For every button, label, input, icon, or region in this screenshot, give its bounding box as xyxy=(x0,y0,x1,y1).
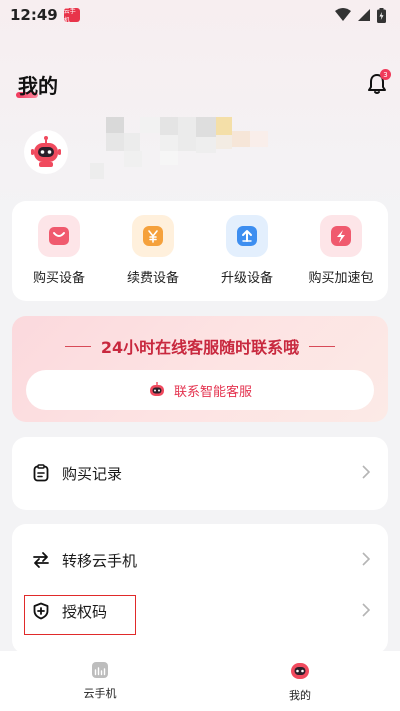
notification-badge: 3 xyxy=(380,69,391,80)
chevron-right-icon xyxy=(362,464,371,483)
nav-mine[interactable]: 我的 xyxy=(200,651,400,711)
divider-right xyxy=(309,345,336,347)
bottom-nav: 云手机 我的 xyxy=(0,651,400,711)
robot-icon xyxy=(149,382,164,396)
nav-cloud-phone-label: 云手机 xyxy=(83,687,117,700)
chevron-right-icon xyxy=(362,602,371,621)
renew-device-label: 续费设备 xyxy=(126,271,179,286)
auth-code-highlight xyxy=(24,595,136,635)
buy-device-button[interactable]: 购买设备 xyxy=(12,215,106,301)
purchase-records-row[interactable]: 购买记录 xyxy=(12,453,388,493)
buy-device-label: 购买设备 xyxy=(32,271,85,286)
contact-support-button[interactable]: 联系智能客服 xyxy=(26,370,374,410)
service-title-row: 24小时在线客服随时联系哦 xyxy=(12,334,388,358)
buy-boost-pack-button[interactable]: 购买加速包 xyxy=(294,215,388,301)
username-redacted xyxy=(90,117,268,179)
notification-button[interactable]: 3 xyxy=(365,69,391,96)
upgrade-device-button[interactable]: 升级设备 xyxy=(200,215,294,301)
wifi-icon xyxy=(335,8,351,21)
transfer-phone-label: 转移云手机 xyxy=(62,551,138,570)
robot-avatar-icon xyxy=(31,136,61,167)
transfer-phone-row[interactable]: 转移云手机 xyxy=(12,540,388,580)
purchase-records-label: 购买记录 xyxy=(62,464,123,483)
signal-icon xyxy=(358,9,370,21)
receipt-icon xyxy=(32,464,50,482)
status-time: 12:49 xyxy=(10,6,58,24)
profile-section[interactable] xyxy=(24,117,268,179)
page-title: 我的 xyxy=(18,74,58,98)
shopping-bag-icon xyxy=(38,215,80,257)
settings-menu-card: 转移云手机 授权码 xyxy=(12,524,388,654)
upgrade-icon xyxy=(226,215,268,257)
divider-left xyxy=(64,345,91,347)
lightning-icon xyxy=(320,215,362,257)
transfer-arrows-icon xyxy=(32,551,50,569)
nav-mine-label: 我的 xyxy=(289,689,311,702)
service-title: 24小时在线客服随时联系哦 xyxy=(100,338,300,357)
purchase-records-card: 购买记录 xyxy=(12,437,388,510)
renew-device-button[interactable]: 续费设备 xyxy=(106,215,200,301)
buy-boost-pack-label: 购买加速包 xyxy=(308,271,374,286)
yen-icon xyxy=(132,215,174,257)
app-notification-icon: 云手机 xyxy=(63,8,80,24)
quick-actions-card: 购买设备 续费设备 升级设备 购买加速包 xyxy=(12,201,388,301)
upgrade-device-label: 升级设备 xyxy=(220,271,273,286)
page-title-wrapper: 我的 xyxy=(16,70,58,99)
status-indicators xyxy=(335,7,386,23)
status-bar: 12:49 云手机 xyxy=(0,0,400,30)
contact-support-label: 联系智能客服 xyxy=(173,384,252,400)
avatar[interactable] xyxy=(24,130,68,174)
battery-icon xyxy=(377,7,386,23)
cloud-phone-icon xyxy=(92,662,108,678)
chevron-right-icon xyxy=(362,551,371,570)
robot-icon xyxy=(291,663,309,679)
customer-service-card: 24小时在线客服随时联系哦 联系智能客服 xyxy=(12,316,388,422)
nav-cloud-phone[interactable]: 云手机 xyxy=(0,651,200,711)
